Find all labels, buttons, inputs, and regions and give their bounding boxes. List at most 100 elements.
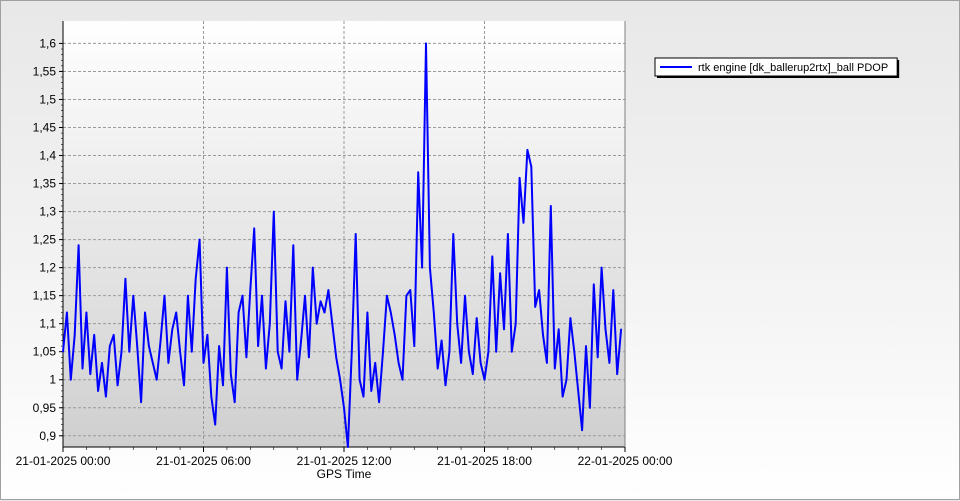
data-point	[600, 266, 603, 269]
data-point	[503, 328, 505, 331]
data-point	[116, 384, 119, 387]
data-point	[499, 272, 501, 275]
data-point	[452, 233, 455, 235]
data-point	[335, 356, 337, 359]
data-point	[300, 339, 302, 342]
data-point	[148, 345, 150, 347]
data-point	[179, 350, 181, 353]
data-point	[261, 294, 263, 297]
data-point	[144, 311, 146, 314]
data-point	[460, 362, 462, 364]
data-point	[163, 294, 166, 297]
data-point	[620, 328, 622, 331]
data-point	[483, 378, 486, 381]
data-point	[409, 289, 412, 291]
data-point	[89, 373, 92, 375]
data-point	[272, 210, 275, 213]
data-point	[175, 311, 177, 314]
data-point	[351, 350, 353, 353]
data-point	[77, 244, 80, 247]
data-point	[542, 334, 544, 336]
data-point	[487, 350, 490, 353]
data-point	[378, 401, 380, 403]
data-point	[70, 378, 72, 381]
data-point	[612, 289, 615, 291]
data-point	[393, 334, 396, 336]
data-point	[522, 221, 525, 224]
data-point	[331, 322, 334, 325]
data-point	[569, 317, 572, 319]
data-point	[456, 322, 458, 325]
data-point	[304, 294, 306, 297]
data-point	[432, 311, 435, 314]
y-tick-label: 1,25	[33, 233, 57, 247]
data-point	[136, 345, 138, 347]
data-point	[109, 345, 111, 347]
x-tick-label: 21-01-2025 18:00	[437, 454, 532, 468]
data-point	[565, 378, 568, 381]
data-point	[288, 350, 291, 353]
data-point	[343, 406, 345, 409]
data-point	[206, 334, 209, 336]
data-point	[269, 322, 271, 325]
y-tick-label: 1	[49, 373, 56, 387]
data-point	[167, 362, 170, 364]
y-tick-label: 1,15	[33, 289, 57, 303]
y-tick-label: 1,35	[33, 177, 57, 191]
data-point	[479, 362, 482, 364]
data-point	[382, 350, 384, 353]
data-point	[518, 177, 521, 179]
data-point	[241, 294, 244, 297]
data-point	[608, 362, 611, 364]
data-point	[292, 244, 295, 247]
data-point	[245, 356, 248, 359]
data-point	[475, 317, 478, 319]
data-point	[534, 306, 537, 308]
data-point	[616, 373, 618, 375]
data-point	[366, 311, 369, 314]
data-point	[339, 378, 341, 381]
data-point	[73, 334, 76, 336]
data-point	[390, 311, 392, 314]
data-point	[464, 294, 466, 297]
chart-window: 0,9 0,95 1 1,05 1,1 1,15 1,2 1,25 1,3 1,35 1,4 1,45…	[0, 0, 960, 500]
data-point	[347, 446, 349, 448]
data-point	[85, 311, 88, 314]
data-point	[218, 345, 220, 347]
legend: rtk engine [dk_ballerup2rtx]_ball PDOP	[654, 57, 900, 78]
y-tick-label: 1,55	[33, 64, 57, 78]
data-point	[448, 350, 451, 353]
data-point	[222, 384, 224, 387]
legend-label: rtk engine [dk_ballerup2rtx]_ball PDOP	[698, 62, 888, 74]
data-point	[354, 233, 357, 235]
data-point	[124, 278, 127, 280]
data-point	[190, 350, 193, 353]
data-point	[233, 401, 236, 403]
data-point	[101, 362, 103, 364]
data-point	[132, 294, 135, 297]
y-tick-label: 1,45	[33, 121, 57, 135]
data-point	[323, 311, 326, 314]
data-point	[308, 356, 310, 359]
data-point	[604, 328, 607, 331]
data-point	[315, 322, 318, 325]
data-point	[128, 350, 131, 353]
data-point	[155, 378, 158, 381]
data-point	[253, 227, 256, 230]
y-tick-label: 1,3	[39, 205, 56, 219]
data-point	[553, 367, 556, 370]
data-point	[171, 328, 174, 331]
data-point	[358, 378, 361, 381]
data-point	[397, 362, 400, 364]
y-tick-label: 1,6	[39, 36, 56, 50]
data-point	[311, 266, 314, 269]
x-tick-label: 21-01-2025 12:00	[297, 454, 392, 468]
data-point	[237, 311, 240, 314]
y-tick-label: 1,1	[39, 317, 56, 331]
data-point	[581, 429, 583, 431]
data-point	[265, 367, 267, 370]
y-tick-label: 1,05	[33, 345, 57, 359]
data-point	[112, 334, 115, 336]
data-point	[151, 362, 154, 364]
data-point	[425, 42, 427, 45]
